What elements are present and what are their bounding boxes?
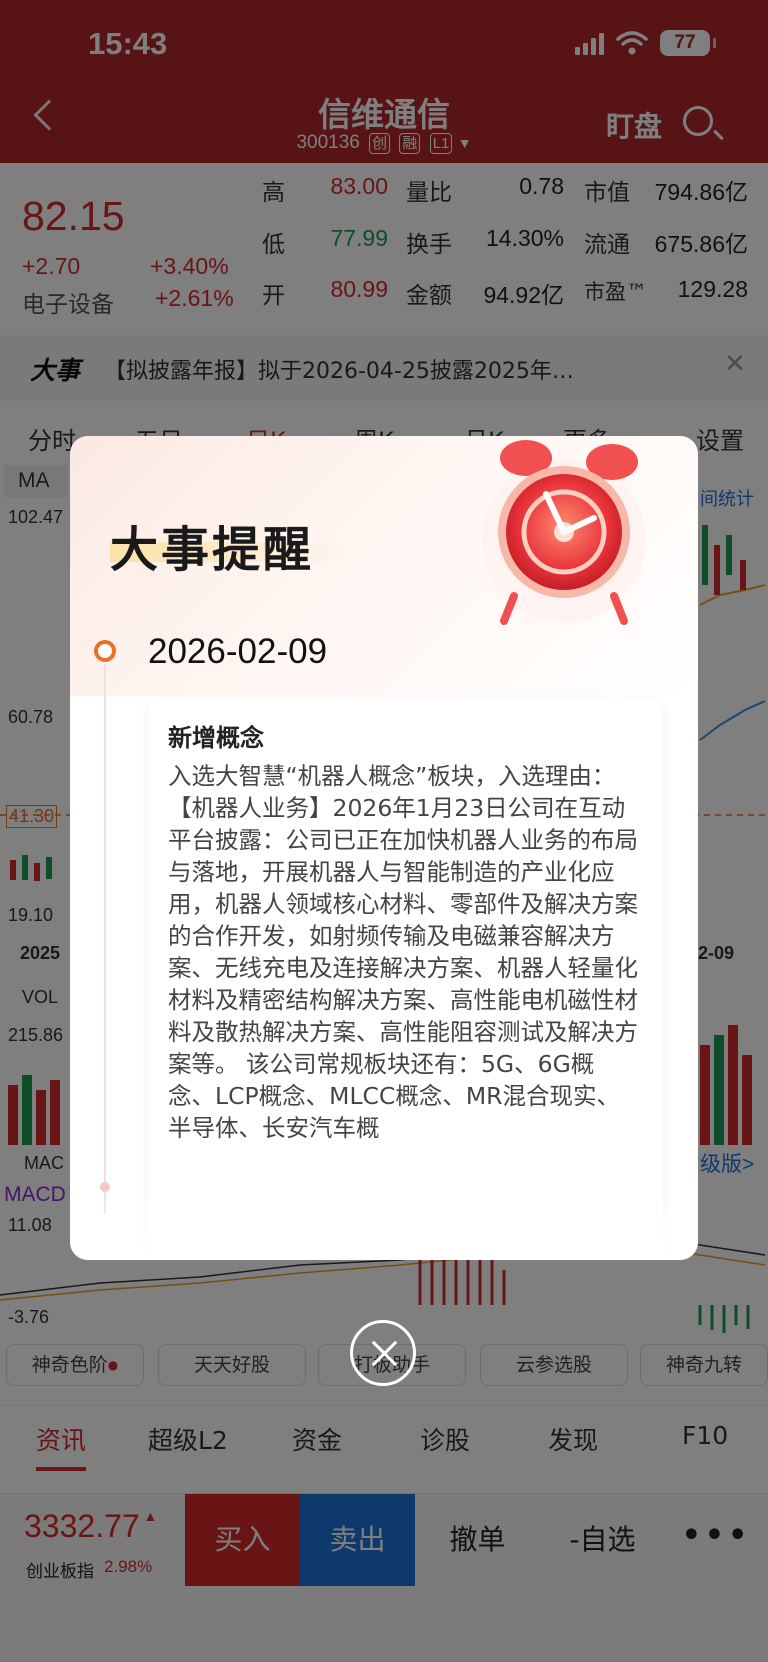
event-reminder-modal: 大事提醒 2026-02-09 新增概念 入选大智慧“机器人概念”板块，入选理由… xyxy=(70,436,698,1260)
event-card[interactable]: 新增概念 入选大智慧“机器人概念”板块，入选理由： 【机器人业务】2026年1月… xyxy=(148,700,663,1260)
timeline-dot xyxy=(94,640,116,662)
modal-title: 大事提醒 xyxy=(110,522,315,578)
event-date: 2026-02-09 xyxy=(148,632,328,671)
card-title: 新增概念 xyxy=(168,724,264,752)
card-fade xyxy=(70,1190,698,1260)
close-modal-icon[interactable] xyxy=(350,1320,416,1386)
alarm-clock-icon xyxy=(482,440,646,625)
card-body: 入选大智慧“机器人概念”板块，入选理由： 【机器人业务】2026年1月23日公司… xyxy=(168,762,638,1142)
timeline-line xyxy=(104,664,106,1214)
